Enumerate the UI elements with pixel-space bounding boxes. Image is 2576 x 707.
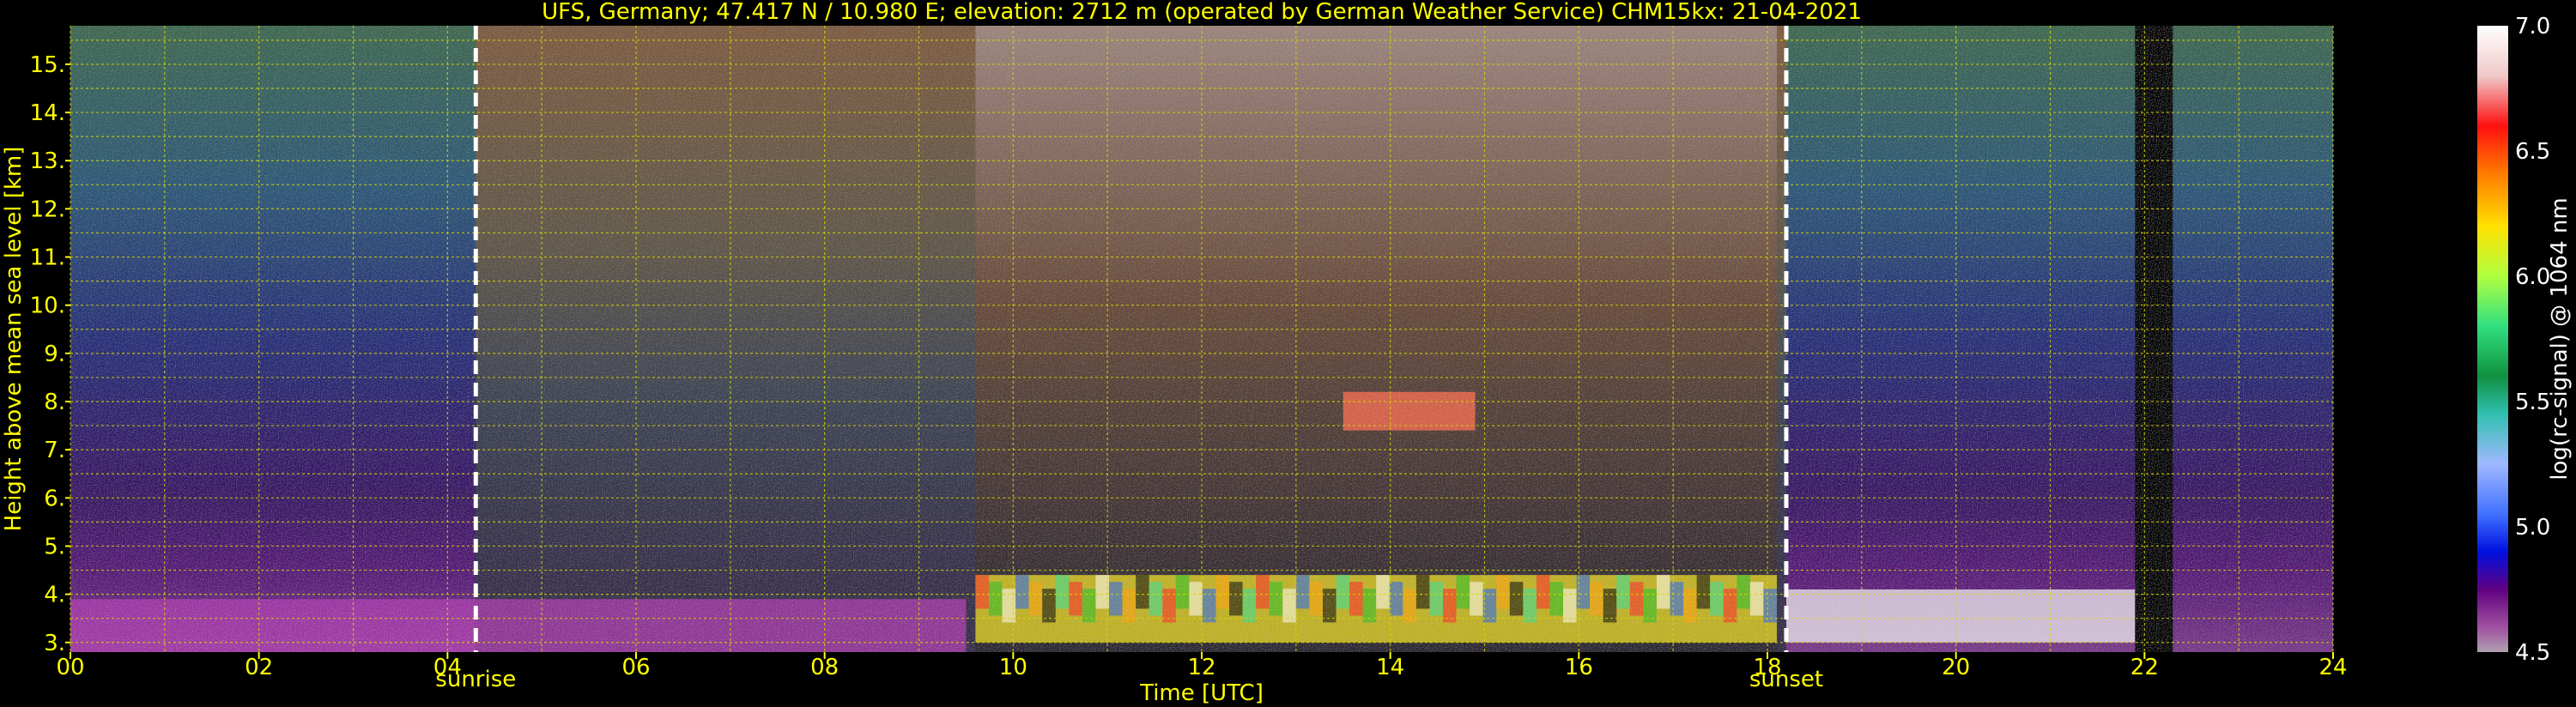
cloud-texture-cell [1242, 589, 1257, 623]
y-axis-label: Height above mean sea level [km] [1, 147, 27, 532]
y-tick-label: 4. [44, 583, 65, 608]
y-ticks: 3. 4. 5. 6. 7. 8. 9. 10. 11. 12. 13. 14. 15. [30, 52, 70, 656]
cloud-texture-cell [1470, 582, 1483, 616]
cloud-texture-cell [1509, 582, 1524, 616]
cloud-texture-cell [1136, 575, 1149, 609]
cloud-texture-cell [1643, 589, 1657, 623]
cloud-texture-cell [1269, 582, 1283, 616]
colorbar-tick-label: 5.0 [2515, 515, 2550, 541]
cloud-texture-cell [1069, 582, 1082, 616]
cloud-texture-cell [1189, 582, 1203, 616]
colorbar-tick-label: 4.5 [2515, 640, 2550, 666]
feature-data-gap [2135, 26, 2173, 652]
cloud-texture-cell [1295, 575, 1310, 609]
y-tick-label: 9. [44, 341, 65, 367]
chart-title: UFS, Germany; 47.417 N / 10.980 E; eleva… [542, 0, 1862, 25]
cloud-texture-cell [1590, 582, 1603, 616]
cloud-texture-cell [988, 582, 1003, 616]
y-tick-label: 13. [30, 148, 65, 174]
cloud-texture-cell [1670, 582, 1684, 616]
cloud-texture-cell [1696, 575, 1711, 609]
y-tick-label: 11. [30, 245, 65, 271]
cloud-texture-cell [1496, 575, 1510, 609]
y-tick-label: 3. [44, 631, 65, 656]
cloud-texture-cell [1389, 582, 1403, 616]
colorbar-tick-label: 7.0 [2515, 14, 2550, 39]
y-tick-label: 5. [44, 534, 65, 559]
cloud-texture-cell [1229, 582, 1243, 616]
cloud-texture-cell [1349, 582, 1363, 616]
feature-night-clouds [1785, 589, 2136, 643]
colorbar-tick-label: 6.5 [2515, 139, 2550, 165]
x-axis-label: Time [UTC] [1139, 680, 1264, 706]
cloud-texture-cell [1616, 575, 1630, 609]
cloud-texture-cell [1055, 575, 1070, 609]
y-tick-label: 6. [44, 486, 65, 511]
cloud-texture-cell [1028, 582, 1043, 616]
cloud-texture-cell [1082, 589, 1096, 623]
cloud-texture-cell [1282, 589, 1296, 623]
colorbar-label: log(rc-signal) @ 1064 nm [2547, 197, 2573, 480]
y-tick-label: 7. [44, 438, 65, 463]
cloud-texture-cell [1175, 575, 1190, 609]
cloud-texture-cell [1710, 582, 1724, 616]
lidar-figure: sunrise sunset 00 02 04 06 08 10 12 14 16 18 20 22 24… [1, 0, 2573, 706]
cloud-texture-cell [1737, 575, 1750, 609]
cloud-texture-cell [1536, 575, 1550, 609]
x-ticks: 00 02 04 06 08 10 12 14 16 18 20 22 24 [56, 652, 2348, 680]
y-tick-label: 12. [30, 196, 65, 222]
cloud-texture-cell [1215, 575, 1230, 609]
colorbar-ticks: 7.0 6.5 6.0 5.5 5.0 4.5 [2515, 14, 2550, 666]
cloud-texture-cell [1429, 582, 1443, 616]
cloud-texture-cell [1108, 582, 1123, 616]
cloud-texture-cell [1015, 575, 1029, 609]
feature-mid-cloud [1343, 391, 1476, 431]
colorbar-tick-label: 6.0 [2515, 264, 2550, 290]
y-tick-label: 14. [30, 100, 65, 126]
cloud-texture-cell [1309, 582, 1323, 616]
feature-aerosol-layer [70, 599, 967, 652]
y-tick-label: 15. [30, 52, 65, 78]
colorbar-tick-label: 5.5 [2515, 390, 2550, 415]
cloud-texture-cell [1442, 589, 1457, 623]
cloud-texture-cell [1376, 575, 1390, 609]
cloud-texture-cell [1549, 582, 1564, 616]
cloud-texture-cell [975, 575, 989, 609]
y-tick-label: 8. [44, 390, 65, 415]
cloud-texture-cell [1456, 575, 1470, 609]
cloud-texture-cell [1149, 582, 1163, 616]
cloud-texture-cell [1415, 575, 1430, 609]
colorbar [2477, 26, 2508, 652]
cloud-texture-cell [1629, 582, 1644, 616]
cloud-texture-cell [1336, 575, 1350, 609]
cloud-texture-cell [1256, 575, 1270, 609]
background-noon [975, 26, 1777, 652]
cloud-texture-cell [1749, 582, 1764, 616]
y-tick-label: 10. [30, 293, 65, 319]
cloud-texture-cell [1656, 575, 1670, 609]
